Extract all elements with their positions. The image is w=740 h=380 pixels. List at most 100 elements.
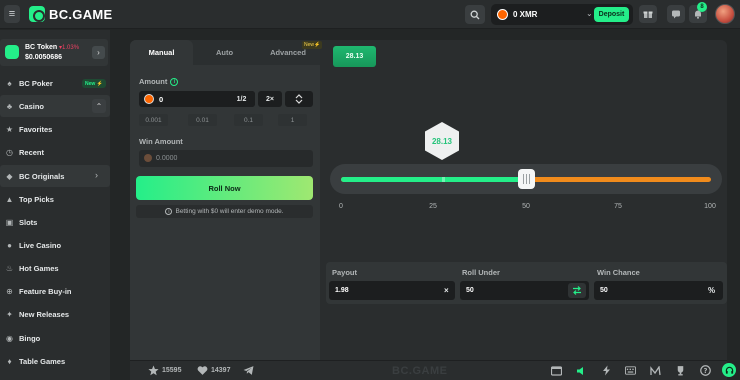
sidebar-item-slots[interactable]: ▣ Slots	[0, 211, 110, 233]
slots-icon: ▣	[5, 217, 14, 227]
tab-manual[interactable]: Manual	[130, 40, 193, 65]
roll-slider[interactable]	[330, 164, 722, 194]
chat-icon	[672, 10, 680, 19]
win-chance-input[interactable]: 50 %	[594, 281, 723, 300]
brand-logo[interactable]: BC.GAME	[29, 5, 113, 23]
star-icon: ★	[5, 124, 14, 134]
payout-input[interactable]: 1.98 ×	[329, 281, 455, 300]
chat-button[interactable]	[667, 5, 685, 23]
gift-button[interactable]	[639, 5, 657, 23]
amount-stepper[interactable]	[285, 91, 313, 107]
slider-handle[interactable]	[518, 169, 535, 189]
fairness-button[interactable]	[675, 365, 686, 376]
speaker-icon	[577, 366, 583, 375]
xmr-coin-icon	[144, 154, 152, 162]
sidebar-item-recent[interactable]: ◷ Recent	[0, 141, 110, 163]
keyboard-icon	[625, 366, 636, 375]
sidebar-item-label: Slots	[19, 217, 38, 227]
chevron-up-down-icon	[295, 94, 303, 104]
win-chance-value: 50	[600, 287, 608, 294]
likes-count[interactable]: 14397	[197, 365, 230, 376]
payout-label: Payout	[332, 268, 358, 277]
bc-token-icon	[5, 45, 19, 59]
wallet-amount: 0 XMR	[513, 10, 538, 19]
sound-button[interactable]	[576, 365, 587, 376]
chevron-right-icon[interactable]: ›	[95, 170, 98, 180]
bingo-icon: ◉	[6, 333, 13, 343]
chevron-down-icon: ⌄	[586, 9, 593, 18]
roll-under-input[interactable]: 50	[460, 281, 589, 300]
avatar[interactable]	[715, 4, 735, 24]
favorites-count[interactable]: 15595	[148, 365, 181, 376]
token-change: ▾1.03%	[59, 45, 80, 51]
percent-symbol: %	[708, 286, 716, 295]
win-amount-value: 0.0000	[156, 155, 178, 162]
sidebar-item-label: BC Originals	[19, 171, 65, 181]
swap-arrows-icon	[573, 286, 581, 295]
clock-icon: ◷	[6, 147, 13, 157]
game-footer-bar: 15595 14397 BC.GAME ?	[130, 360, 727, 380]
gift-icon	[643, 11, 653, 18]
sidebar-item-bc-originals[interactable]: ◆ BC Originals ›	[0, 165, 110, 187]
win-amount-field: 0.0000	[139, 150, 313, 167]
table-games-icon: ♦	[7, 356, 12, 366]
preset-0-001[interactable]: 0.001	[139, 114, 168, 126]
preset-0-1[interactable]: 0.1	[234, 114, 263, 126]
demo-mode-note: i Betting with $0 will enter demo mode.	[136, 205, 313, 218]
preset-1[interactable]: 1	[278, 114, 307, 126]
sidebar-item-live-casino[interactable]: ● Live Casino	[0, 234, 110, 256]
live-support-button[interactable]	[722, 363, 736, 377]
bc-token-card[interactable]: BC Token ▾1.03% $0.0050686 ›	[0, 39, 108, 66]
search-button[interactable]	[465, 5, 485, 24]
last-result-chip[interactable]: 28.13	[333, 46, 376, 67]
theater-mode-button[interactable]	[551, 365, 562, 376]
fast-mode-button[interactable]	[601, 365, 612, 376]
amount-label: Amount i	[139, 77, 179, 87]
half-button[interactable]: 1/2	[228, 91, 255, 107]
tab-auto[interactable]: Auto	[193, 40, 256, 65]
sidebar-item-table-games[interactable]: ♦ Table Games	[0, 350, 110, 372]
roll-now-button[interactable]: Roll Now	[136, 176, 313, 200]
dice-game-panel: Manual Auto Advanced New ⚡ Amount i 0 1/2 …	[130, 40, 727, 380]
sidebar-item-label: Bingo	[19, 333, 41, 343]
new-badge: New ⚡	[302, 41, 323, 49]
sidebar-item-top-picks[interactable]: ▲ Top Picks	[0, 188, 110, 210]
chevron-right-icon[interactable]: ›	[92, 46, 105, 59]
cart-icon: ⊕	[6, 286, 13, 296]
casino-icon: ♣	[6, 101, 13, 111]
logo-mark-icon	[29, 6, 45, 22]
notification-count-badge: 8	[697, 2, 707, 12]
sidebar-item-new-releases[interactable]: ✦ New Releases	[0, 303, 110, 325]
bet-mode-tabs: Manual Auto Advanced New ⚡	[130, 40, 323, 65]
sidebar-item-casino[interactable]: ♣ Casino ⌃	[0, 95, 110, 117]
menu-icon[interactable]: ≡	[4, 5, 20, 23]
roll-under-value: 50	[466, 287, 474, 294]
originals-icon: ◆	[6, 171, 13, 181]
swap-roll-button[interactable]	[568, 283, 586, 298]
deposit-button[interactable]: Deposit	[594, 7, 629, 22]
sidebar-item-feature-buy-in[interactable]: ⊕ Feature Buy-in	[0, 280, 110, 302]
xmr-coin-icon	[497, 9, 508, 20]
help-button[interactable]: ?	[700, 365, 711, 376]
hotkeys-button[interactable]	[625, 365, 636, 376]
info-icon[interactable]: i	[170, 78, 179, 87]
sidebar-item-hot-games[interactable]: ♨ Hot Games	[0, 257, 110, 279]
win-amount-label: Win Amount	[139, 137, 183, 146]
wallet-selector[interactable]: 0 XMR ⌄ Deposit	[491, 4, 633, 25]
sidebar-item-bc-poker[interactable]: ♠ BC Poker New ⚡	[0, 72, 110, 94]
payout-value: 1.98	[335, 287, 349, 294]
slider-track-under	[341, 177, 526, 182]
preset-0-01[interactable]: 0.01	[188, 114, 217, 126]
double-button[interactable]: 2×	[258, 91, 282, 107]
stats-button[interactable]	[650, 365, 661, 376]
sidebar-item-label: Hot Games	[19, 263, 59, 273]
chevron-up-icon[interactable]: ⌃	[92, 99, 106, 113]
sidebar-item-bingo[interactable]: ◉ Bingo	[0, 327, 110, 349]
dice-result-hexagon: 28.13	[425, 122, 459, 160]
share-button[interactable]	[243, 365, 254, 376]
sidebar-item-label: Recent	[19, 147, 45, 157]
line-chart-icon	[650, 365, 661, 375]
sidebar-item-favorites[interactable]: ★ Favorites	[0, 118, 110, 140]
slider-tick	[442, 177, 445, 182]
window-icon	[551, 365, 562, 376]
